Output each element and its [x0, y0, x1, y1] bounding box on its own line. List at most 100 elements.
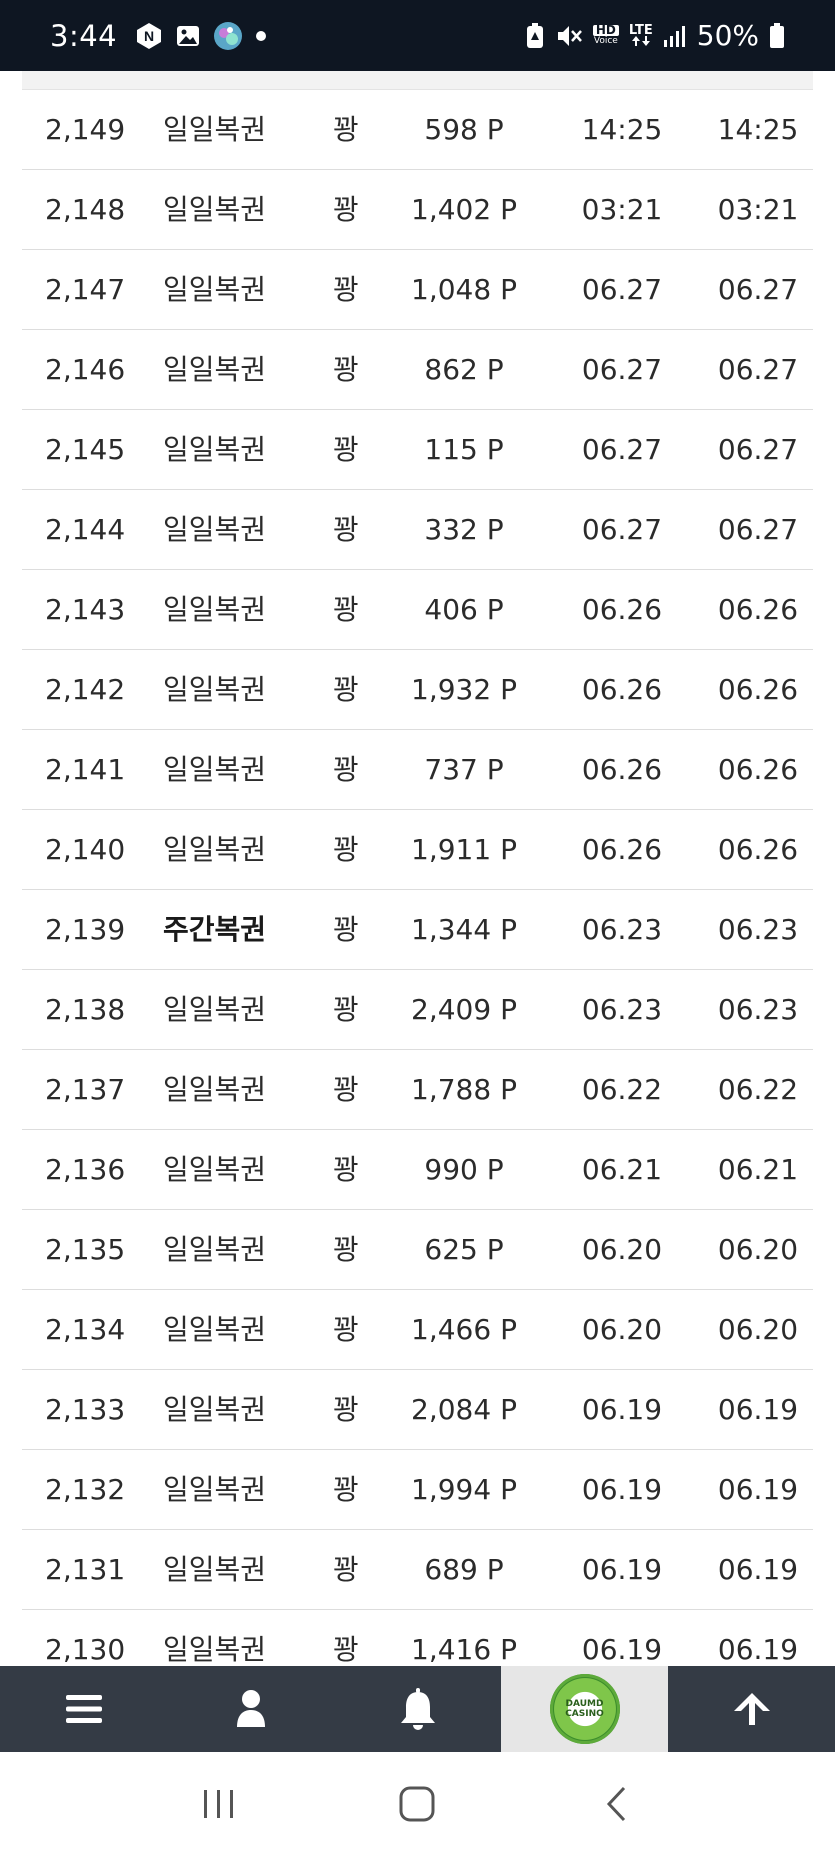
- status-left: 3:44 N: [50, 0, 267, 71]
- lottery-type: 일일복권: [163, 1633, 267, 1666]
- table-row: 2,145 일일복권 꽝 115 P 06.27 06.27: [22, 410, 813, 490]
- n-app-icon: N: [135, 22, 163, 50]
- row-number: 2,140: [45, 833, 126, 866]
- row-number: 2,133: [45, 1393, 126, 1426]
- lottery-points: 1,932 P: [411, 673, 517, 706]
- lottery-points: 689 P: [424, 1553, 504, 1586]
- lottery-date: 06.21: [581, 1153, 663, 1186]
- back-button[interactable]: [576, 1774, 656, 1834]
- game-avatar-icon: [213, 21, 243, 51]
- lottery-type: 일일복권: [163, 673, 267, 706]
- logo-line1: DAUMD: [565, 1699, 604, 1709]
- user-button[interactable]: [167, 1666, 334, 1752]
- row-number: 2,146: [45, 353, 126, 386]
- lottery-date: 06.26: [581, 833, 663, 866]
- row-number: 2,141: [45, 753, 126, 786]
- row-number: 2,142: [45, 673, 126, 706]
- hd-label: HD: [592, 24, 619, 36]
- lottery-result: 꽝: [333, 593, 359, 626]
- row-number: 2,143: [45, 593, 126, 626]
- lte-icon: LTE: [629, 24, 653, 46]
- table-row: 2,146 일일복권 꽝 862 P 06.27 06.27: [22, 330, 813, 410]
- table-row: 2,137 일일복권 꽝 1,788 P 06.22 06.22: [22, 1050, 813, 1130]
- lottery-confirm-date: 06.23: [717, 913, 799, 946]
- table-row: 2,149 일일복권 꽝 598 P 14:25 14:25: [22, 90, 813, 170]
- table-row: 2,131 일일복권 꽝 689 P 06.19 06.19: [22, 1530, 813, 1610]
- lottery-result: 꽝: [333, 673, 359, 706]
- battery-saver-icon: [525, 22, 545, 50]
- menu-button[interactable]: [0, 1666, 167, 1752]
- lottery-result: 꽝: [333, 273, 359, 306]
- battery-icon: [769, 22, 785, 49]
- lottery-result: 꽝: [333, 913, 359, 946]
- table-row: 2,139 주간복권 꽝 1,344 P 06.23 06.23: [22, 890, 813, 970]
- lottery-confirm-date: 06.19: [717, 1633, 799, 1666]
- lottery-result: 꽝: [333, 1313, 359, 1346]
- table-row: 2,148 일일복권 꽝 1,402 P 03:21 03:21: [22, 170, 813, 250]
- notifications-button[interactable]: [334, 1666, 501, 1752]
- lottery-type: 일일복권: [163, 353, 267, 386]
- lottery-result: 꽝: [333, 753, 359, 786]
- row-number: 2,139: [45, 913, 126, 946]
- row-number: 2,130: [45, 1633, 126, 1666]
- casino-home-button[interactable]: DAUMD CASINO: [501, 1666, 668, 1752]
- lottery-confirm-date: 06.27: [717, 273, 799, 306]
- row-number: 2,138: [45, 993, 126, 1026]
- scroll-top-button[interactable]: [668, 1666, 835, 1752]
- lottery-date: 14:25: [581, 113, 663, 146]
- row-number: 2,137: [45, 1073, 126, 1106]
- home-button[interactable]: [377, 1774, 457, 1834]
- lottery-confirm-date: 14:25: [717, 113, 799, 146]
- lottery-points: 115 P: [424, 433, 504, 466]
- row-number: 2,145: [45, 433, 126, 466]
- lottery-date: 06.23: [581, 913, 663, 946]
- lottery-points: 2,084 P: [411, 1393, 517, 1426]
- table-row: 2,142 일일복권 꽝 1,932 P 06.26 06.26: [22, 650, 813, 730]
- bottom-nav: DAUMD CASINO: [0, 1666, 835, 1752]
- lottery-result: 꽝: [333, 993, 359, 1026]
- lottery-points: 598 P: [424, 113, 504, 146]
- logo-line2: CASINO: [565, 1709, 604, 1719]
- lottery-result: 꽝: [333, 1553, 359, 1586]
- lottery-result: 꽝: [333, 1153, 359, 1186]
- lottery-date: 06.27: [581, 273, 663, 306]
- row-number: 2,147: [45, 273, 126, 306]
- lottery-result: 꽝: [333, 833, 359, 866]
- lottery-type: 주간복권: [163, 913, 267, 946]
- table-row: 2,138 일일복권 꽝 2,409 P 06.23 06.23: [22, 970, 813, 1050]
- status-time: 3:44: [50, 18, 118, 53]
- lottery-type: 일일복권: [163, 1473, 267, 1506]
- recent-apps-button[interactable]: [179, 1774, 259, 1834]
- lottery-type: 일일복권: [163, 193, 267, 226]
- lottery-points: 1,788 P: [411, 1073, 517, 1106]
- lottery-result: 꽝: [333, 1473, 359, 1506]
- bell-icon: [400, 1688, 435, 1730]
- image-icon: [175, 23, 201, 49]
- row-number: 2,136: [45, 1153, 126, 1186]
- lottery-result: 꽝: [333, 353, 359, 386]
- lottery-confirm-date: 06.22: [717, 1073, 799, 1106]
- lottery-type: 일일복권: [163, 1553, 267, 1586]
- lottery-type: 일일복권: [163, 1233, 267, 1266]
- lottery-points: 406 P: [424, 593, 504, 626]
- user-icon: [236, 1690, 265, 1727]
- lottery-type: 일일복권: [163, 753, 267, 786]
- lottery-type: 일일복권: [163, 1153, 267, 1186]
- lottery-confirm-date: 06.27: [717, 353, 799, 386]
- lottery-date: 06.20: [581, 1313, 663, 1346]
- lottery-history[interactable]: 2,149 일일복권 꽝 598 P 14:25 14:25 2,148 일일복권 꽝 1,402…: [0, 71, 835, 1666]
- lottery-result: 꽝: [333, 1233, 359, 1266]
- lottery-confirm-date: 06.26: [717, 753, 799, 786]
- lottery-type: 일일복권: [163, 113, 267, 146]
- voice-label: Voice: [593, 35, 618, 46]
- lottery-type: 일일복권: [163, 1393, 267, 1426]
- lottery-points: 1,416 P: [411, 1633, 517, 1666]
- table-row: 2,135 일일복권 꽝 625 P 06.20 06.20: [22, 1210, 813, 1290]
- table-row: 2,136 일일복권 꽝 990 P 06.21 06.21: [22, 1130, 813, 1210]
- lottery-points: 332 P: [424, 513, 504, 546]
- lottery-points: 2,409 P: [411, 993, 517, 1026]
- lottery-date: 06.26: [581, 673, 663, 706]
- lottery-confirm-date: 03:21: [717, 193, 799, 226]
- system-nav: [0, 1752, 835, 1856]
- arrow-up-icon: [733, 1693, 770, 1725]
